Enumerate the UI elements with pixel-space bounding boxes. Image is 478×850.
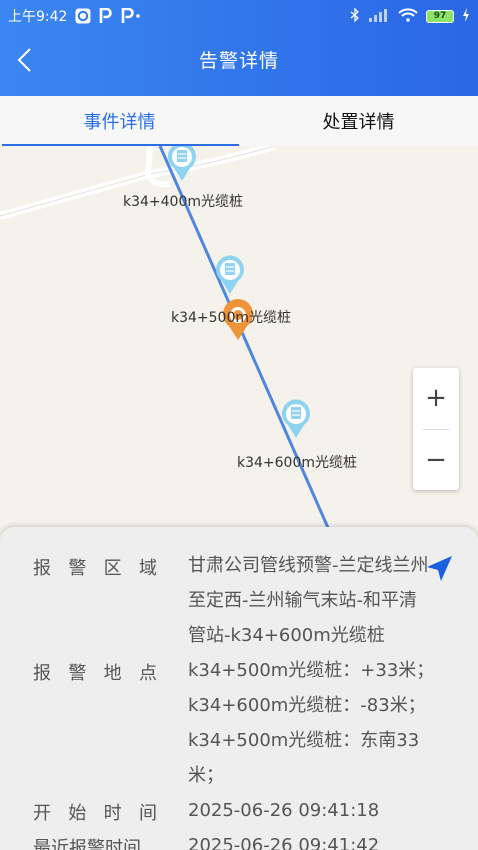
value-line: 甘肃公司管线预警-兰定线兰州 (188, 555, 429, 576)
label-char: 警 (68, 558, 87, 579)
recent-time-label: 最近报警时间 (33, 838, 141, 850)
start-time-value: 2025-06-26 09:41:18 (188, 800, 380, 821)
value-line: k34+600m光缆桩：-83米； (188, 695, 426, 716)
value-line: k34+500m光缆桩：东南33 (188, 730, 420, 751)
label-char: 报 (33, 663, 51, 684)
marker-label: k34+600m光缆桩 (237, 455, 358, 471)
battery-icon: 97 (426, 9, 454, 23)
parking-icon (99, 8, 113, 24)
app-header: 上午9:42 97 告警详情 (0, 0, 478, 96)
alarm-area-label: 报 警 区 域 (33, 554, 157, 580)
app-icon-o (75, 8, 91, 24)
page-title: 告警详情 (198, 49, 279, 72)
zoom-controls: + − (413, 368, 459, 490)
back-chevron-icon[interactable] (14, 46, 38, 74)
title-bar: 告警详情 (0, 36, 478, 82)
marker-label: k34+400m光缆桩 (123, 194, 244, 210)
tab-bar: 事件详情 处置详情 (0, 96, 478, 146)
recent-time-value: 2025-06-26 09:41:42 (188, 835, 380, 850)
alarm-area-value: 甘肃公司管线预警-兰定线兰州 至定西-兰州输气末站-和平清 管站-k34+600… (188, 548, 436, 653)
detail-panel: 报 警 区 域 甘肃公司管线预警-兰定线兰州 至定西-兰州输气末站-和平清 管站… (0, 527, 478, 850)
cable-pile-marker[interactable] (214, 255, 246, 299)
wifi-icon (398, 7, 418, 25)
value-line: 米； (188, 765, 224, 786)
tab-disposal-details[interactable]: 处置详情 (239, 96, 478, 146)
signal-icon (368, 8, 390, 25)
charging-icon (462, 7, 470, 25)
value-line: 管站-k34+600m光缆桩 (188, 625, 385, 646)
cable-pile-marker[interactable] (280, 399, 312, 443)
label-char: 时 (103, 803, 122, 824)
alarm-location-label: 报 警 地 点 (33, 659, 157, 685)
zoom-out-button[interactable]: − (413, 430, 459, 490)
map-view[interactable]: k34+400m光缆桩 k34+500m光缆桩 k34+600m光缆桩 + − (0, 146, 478, 546)
label-char: 域 (138, 558, 157, 579)
label-char: 地 (103, 663, 122, 684)
tab-event-details[interactable]: 事件详情 (0, 96, 239, 146)
zoom-in-button[interactable]: + (413, 368, 459, 428)
status-time: 上午9:42 (8, 9, 68, 25)
value-line: k34+500m光缆桩：+33米； (188, 660, 435, 681)
parking-icon-dot (121, 8, 143, 24)
value-line: 至定西-兰州输气末站-和平清 (188, 590, 417, 611)
label-char: 开 (33, 803, 51, 824)
marker-label: k34+500m光缆桩 (171, 310, 292, 326)
label-char: 点 (138, 663, 157, 684)
label-char: 报 (33, 558, 51, 579)
cable-pile-marker[interactable] (166, 146, 198, 186)
label-char: 区 (103, 558, 122, 579)
alarm-location-value: k34+500m光缆桩：+33米； k34+600m光缆桩：-83米； k34+… (188, 653, 436, 793)
label-char: 间 (138, 803, 157, 824)
label-char: 始 (68, 803, 87, 824)
status-right: 97 (350, 6, 470, 25)
bluetooth-icon (350, 6, 360, 25)
label-char: 警 (68, 663, 87, 684)
status-bar: 上午9:42 97 (8, 6, 470, 26)
start-time-label: 开 始 时 间 (33, 799, 157, 825)
